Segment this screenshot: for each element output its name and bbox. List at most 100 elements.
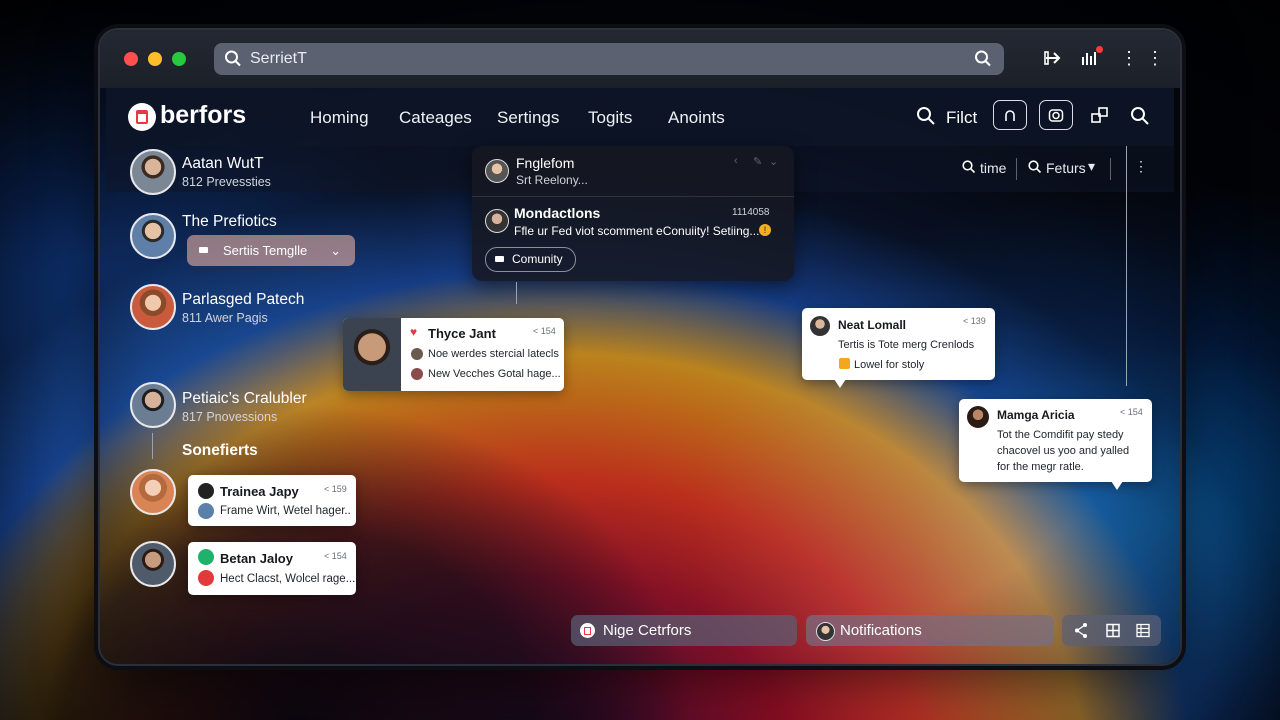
tag-icon [199,247,208,253]
search-icon[interactable] [974,43,992,87]
avatar[interactable] [130,213,176,259]
avatar [411,348,423,360]
minimize-window-button[interactable] [148,52,162,66]
fingerprint-icon[interactable] [993,100,1027,130]
card-line: Hect Clacst, Wolcel rage... [220,573,356,585]
search-icon [224,43,242,87]
card-title: Thyce Jant [428,326,496,341]
app-window: SerrietT ⋮ ⋮ berfors Homing Cateages Ser… [100,30,1180,664]
share-icon[interactable] [1074,615,1088,657]
card-line: Noe werdes stercial latecls [428,348,559,360]
heart-icon: ♥ [410,325,418,339]
search-icon [1028,160,1042,177]
card-time: < 154 [324,551,347,561]
bottom-actions [1062,615,1161,646]
card-title: Mamga Aricia [997,408,1075,422]
chevron-down-icon[interactable]: ⌄ [769,155,778,168]
search-icon [962,160,976,177]
panel-item-time: 1114058 [732,207,770,218]
emoji-icon [839,358,850,369]
message-card-thyce[interactable]: ♥ Thyce Jant < 154 Noe werdes stercial l… [343,318,564,391]
card-line: Frame Wirt, Wetel hager.. [220,505,351,517]
person-subtitle: 811 Awer Pagis [182,311,268,325]
nav-anoints[interactable]: Anoints [668,108,725,128]
person-name[interactable]: Petiaic’s Cralubler [182,390,307,408]
logo-icon [128,103,156,131]
more-icon[interactable]: ⋮ [1120,48,1138,69]
more-icon[interactable]: ⋮ [1134,158,1148,175]
time-filter[interactable]: time [980,160,1006,176]
avatar[interactable] [130,284,176,330]
avatar[interactable] [130,149,176,195]
community-button[interactable]: Comunity [485,247,576,272]
bottom-tab-label: Nige Cetrfors [603,622,692,639]
nav-cateages[interactable]: Cateages [399,108,472,128]
avatar [198,483,214,499]
share-icon[interactable] [1044,48,1064,73]
timeline-line [1126,146,1127,386]
message-card-trainea[interactable]: Trainea Japy < 159 Frame Wirt, Wetel hag… [188,475,356,526]
message-bubble-mamga[interactable]: Mamga Aricia < 154 Tot the Comdifit pay … [959,399,1152,482]
panel-item-title[interactable]: Fnglefom [516,155,574,171]
panel-item-title[interactable]: Mondactlons [514,205,600,221]
edit-icon[interactable]: ✎ [753,155,762,168]
settings-template-dropdown[interactable]: Sertiis Temglle ⌄ [187,235,355,266]
card-line: for the megr ratle. [997,461,1084,473]
close-window-button[interactable] [124,52,138,66]
notifications-tab[interactable]: Notifications [806,615,1054,646]
grid-icon[interactable] [1106,615,1120,657]
chevron-left-icon[interactable]: ‹ [734,155,738,167]
card-line: Tertis is Tote merg Crenlods [838,339,975,351]
nav-sertings[interactable]: Sertings [497,108,559,128]
avatar [485,159,509,183]
nav-homing[interactable]: Homing [310,108,369,128]
person-name[interactable]: Parlasged Patech [182,291,304,309]
notification-panel: Fnglefom Srt Reelony... ‹ ✎ ⌄ Mondactlon… [472,146,794,281]
avatar[interactable] [130,541,176,587]
card-time: < 154 [533,326,556,336]
features-filter[interactable]: Feturs [1046,160,1086,176]
card-line: New Vecches Gotal hage... [428,368,561,380]
bubble-tail [834,379,846,388]
avatar [411,368,423,380]
search-icon[interactable] [1130,106,1150,131]
panel-item-sub: Srt Reelony... [516,173,588,187]
card-time: < 159 [324,484,347,494]
search-icon[interactable] [916,106,936,131]
alert-icon [198,570,214,586]
connector-line [152,433,153,459]
card-line: chacovel us yoo and yalled [997,445,1130,457]
divider [472,196,794,197]
connector-line [516,282,517,304]
person-subtitle: 812 Prevessties [182,175,271,189]
address-bar[interactable]: SerrietT [214,43,1004,75]
avatar [198,503,214,519]
filter-label[interactable]: Filct [946,108,977,128]
divider [1016,158,1017,180]
person-name[interactable]: Aatan WutT [182,155,264,173]
card-line: Tot the Comdifit pay stedy [997,429,1124,441]
person-name[interactable]: The Prefiotics [182,213,277,231]
message-card-betan[interactable]: Betan Jaloy < 154 Hect Clacst, Wolcel ra… [188,542,356,595]
bottom-tab-left[interactable]: Nige Cetrfors [571,615,797,646]
warning-icon: ! [759,224,771,236]
card-time: < 154 [1120,407,1143,417]
camera-icon[interactable] [1039,100,1073,130]
table-icon[interactable] [1136,615,1150,657]
nav-togits[interactable]: Togits [588,108,632,128]
message-bubble-neat[interactable]: Neat Lomall < 139 Tertis is Tote merg Cr… [802,308,995,380]
avatar[interactable] [130,382,176,428]
profile-photo [343,318,401,391]
avatar [816,622,835,641]
notifications-label: Notifications [840,622,922,639]
address-text: SerrietT [250,50,307,67]
chevron-down-icon[interactable]: ▾ [1088,158,1095,175]
logo-text[interactable]: berfors [160,101,246,130]
switch-icon[interactable] [1090,104,1112,131]
person-subtitle: 817 Pnovessions [182,410,278,424]
browser-titlebar: SerrietT ⋮ ⋮ [100,30,1180,88]
avatar[interactable] [130,469,176,515]
more-icon[interactable]: ⋮ [1146,48,1164,69]
divider [1110,158,1111,180]
maximize-window-button[interactable] [172,52,186,66]
